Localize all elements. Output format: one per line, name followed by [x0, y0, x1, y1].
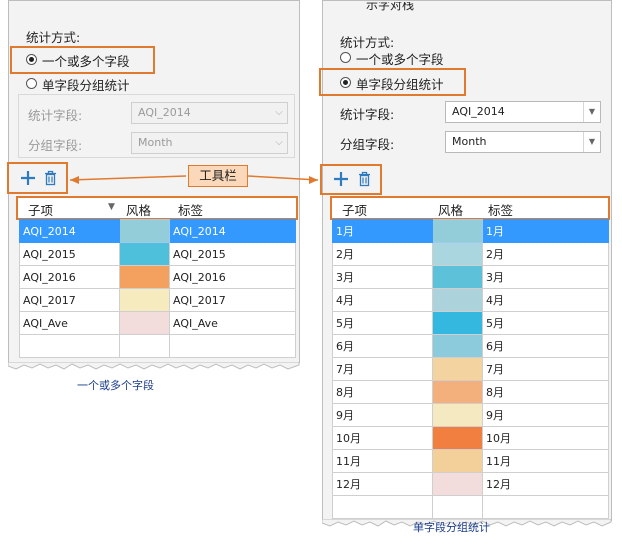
callout-arrows — [69, 175, 319, 184]
arrow-left-icon — [70, 176, 79, 184]
arrow-right-icon — [309, 176, 318, 184]
toolbar-callout: 工具栏 — [188, 165, 248, 187]
